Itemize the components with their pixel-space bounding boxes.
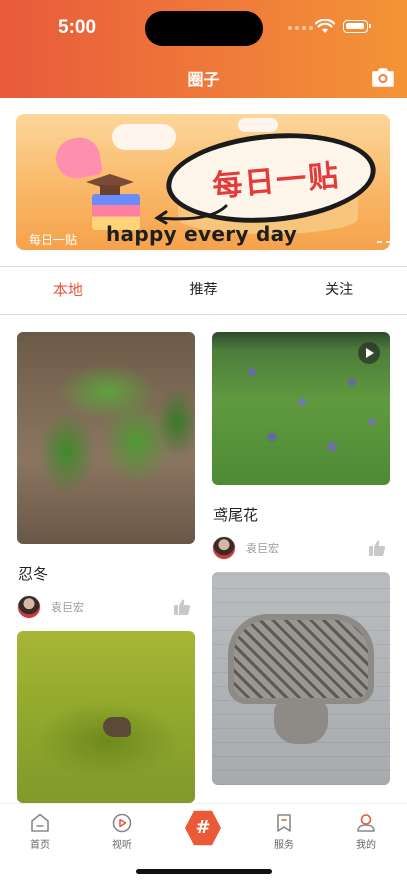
post-title[interactable]: 忍冬 [18,563,48,584]
header-bar: 5:00 圈子 [0,0,407,98]
profile-icon [357,814,375,832]
nav-center-label: # [195,817,211,838]
banner-cloud [238,118,278,132]
author-name: 袁巨宏 [51,601,84,614]
thumbs-up-icon[interactable] [368,539,386,557]
bookmark-icon [277,814,291,832]
play-icon [358,342,380,364]
post-image[interactable] [212,572,390,785]
tab-following[interactable]: 关注 [271,267,407,314]
home-icon [31,813,49,832]
status-time: 5:00 [58,17,97,38]
banner-slogan: happy every day [106,222,298,246]
nav-services[interactable]: 服务 [254,812,314,851]
nav-services-label: 服务 [274,840,294,851]
nav-home-label: 首页 [30,840,50,851]
nav-media-label: 视听 [112,840,132,851]
nav-profile[interactable]: 我的 [336,812,396,851]
nav-home[interactable]: 首页 [10,812,70,851]
mortarboard-icon [86,174,134,195]
carousel-indicator [377,241,390,243]
bird-figure [103,717,131,737]
post-image[interactable] [17,332,195,544]
carved-window [228,614,374,704]
play-circle-icon [112,813,132,833]
carved-ornament [274,700,328,744]
thumbs-up-icon[interactable] [173,598,191,616]
banner-carousel[interactable]: 每日一贴 每日一贴 happy every day [16,114,390,250]
banner-cloud [112,124,176,150]
post-title[interactable]: 鸢尾花 [213,504,258,525]
banner-tag: 每日一贴 [29,233,78,247]
tab-local[interactable]: 本地 [0,267,136,314]
feed-tabs: 本地 推荐 关注 [0,266,407,315]
signal-icon [288,26,313,30]
post-image[interactable] [212,332,390,485]
avatar [212,536,236,560]
post-author[interactable]: 袁巨宏 [212,536,279,560]
nav-profile-label: 我的 [356,840,376,851]
tab-recommend[interactable]: 推荐 [136,267,272,314]
wifi-icon [315,19,335,33]
post-image[interactable] [17,631,195,803]
nav-media[interactable]: 视听 [92,812,152,851]
battery-icon [343,20,371,33]
dynamic-island [145,11,263,46]
avatar [17,595,41,619]
post-author[interactable]: 袁巨宏 [17,595,84,619]
camera-icon[interactable] [371,66,395,88]
page-title: 圈子 [187,70,220,89]
home-indicator [136,869,272,874]
author-name: 袁巨宏 [246,542,279,555]
